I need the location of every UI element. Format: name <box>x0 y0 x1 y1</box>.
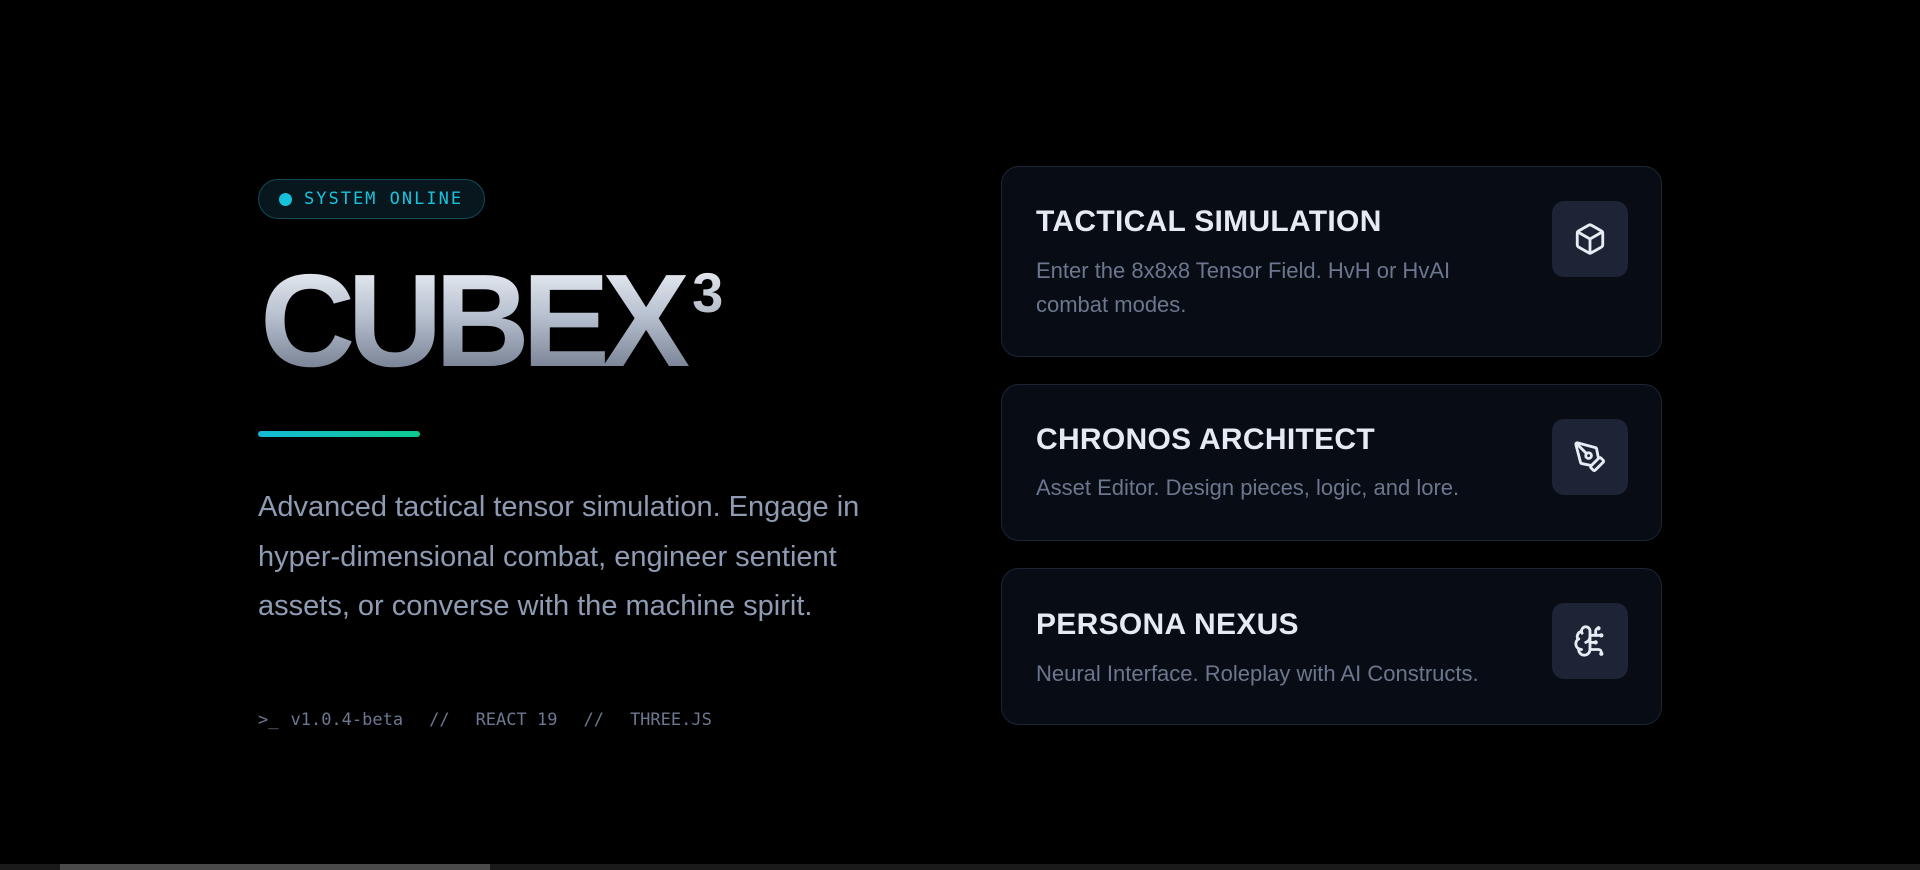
card-description: Enter the 8x8x8 Tensor Field. HvH or HvA… <box>1036 258 1451 317</box>
meta-separator: // <box>583 709 604 730</box>
card-title: PERSONA NEXUS <box>1036 608 1299 641</box>
framework-label: REACT 19 <box>475 709 558 730</box>
cube-icon <box>1552 201 1628 277</box>
card-chronos-architect[interactable]: CHRONOS ARCHITECT Asset Editor. Design p… <box>1001 384 1662 541</box>
engine-label: THREE.JS <box>629 709 712 730</box>
horizontal-scrollbar[interactable] <box>0 864 1920 870</box>
scrollbar-thumb[interactable] <box>60 864 490 870</box>
brain-icon <box>1552 603 1628 679</box>
app-title-text: CUBEX <box>260 247 683 394</box>
title-wrap: CUBEX 3 <box>258 261 958 387</box>
mode-cards: TACTICAL SIMULATION Enter the 8x8x8 Tens… <box>1001 166 1662 752</box>
app-title: CUBEX 3 <box>258 261 723 381</box>
pen-tool-icon <box>1552 419 1628 495</box>
accent-divider <box>258 431 420 437</box>
hero-section: SYSTEM ONLINE CUBEX 3 Advanced tactical t… <box>258 179 958 730</box>
card-persona-nexus[interactable]: PERSONA NEXUS Neural Interface. Roleplay… <box>1001 568 1662 725</box>
version-label: v1.0.4-beta <box>290 709 404 730</box>
card-tactical-simulation[interactable]: TACTICAL SIMULATION Enter the 8x8x8 Tens… <box>1001 166 1662 357</box>
status-badge-label: SYSTEM ONLINE <box>304 189 464 209</box>
meta-separator: // <box>429 709 450 730</box>
app-title-superscript: 3 <box>692 261 724 324</box>
card-title: TACTICAL SIMULATION <box>1036 205 1382 238</box>
status-dot-icon <box>279 192 292 206</box>
card-title: CHRONOS ARCHITECT <box>1036 423 1375 456</box>
card-description: Neural Interface. Roleplay with AI Const… <box>1036 661 1479 686</box>
version-info: >_ v1.0.4-beta // REACT 19 // THREE.JS <box>258 710 958 730</box>
terminal-prompt-icon: >_ <box>258 709 279 730</box>
card-description: Asset Editor. Design pieces, logic, and … <box>1036 475 1460 500</box>
status-badge: SYSTEM ONLINE <box>258 179 486 219</box>
tagline: Advanced tactical tensor simulation. Eng… <box>258 491 860 622</box>
